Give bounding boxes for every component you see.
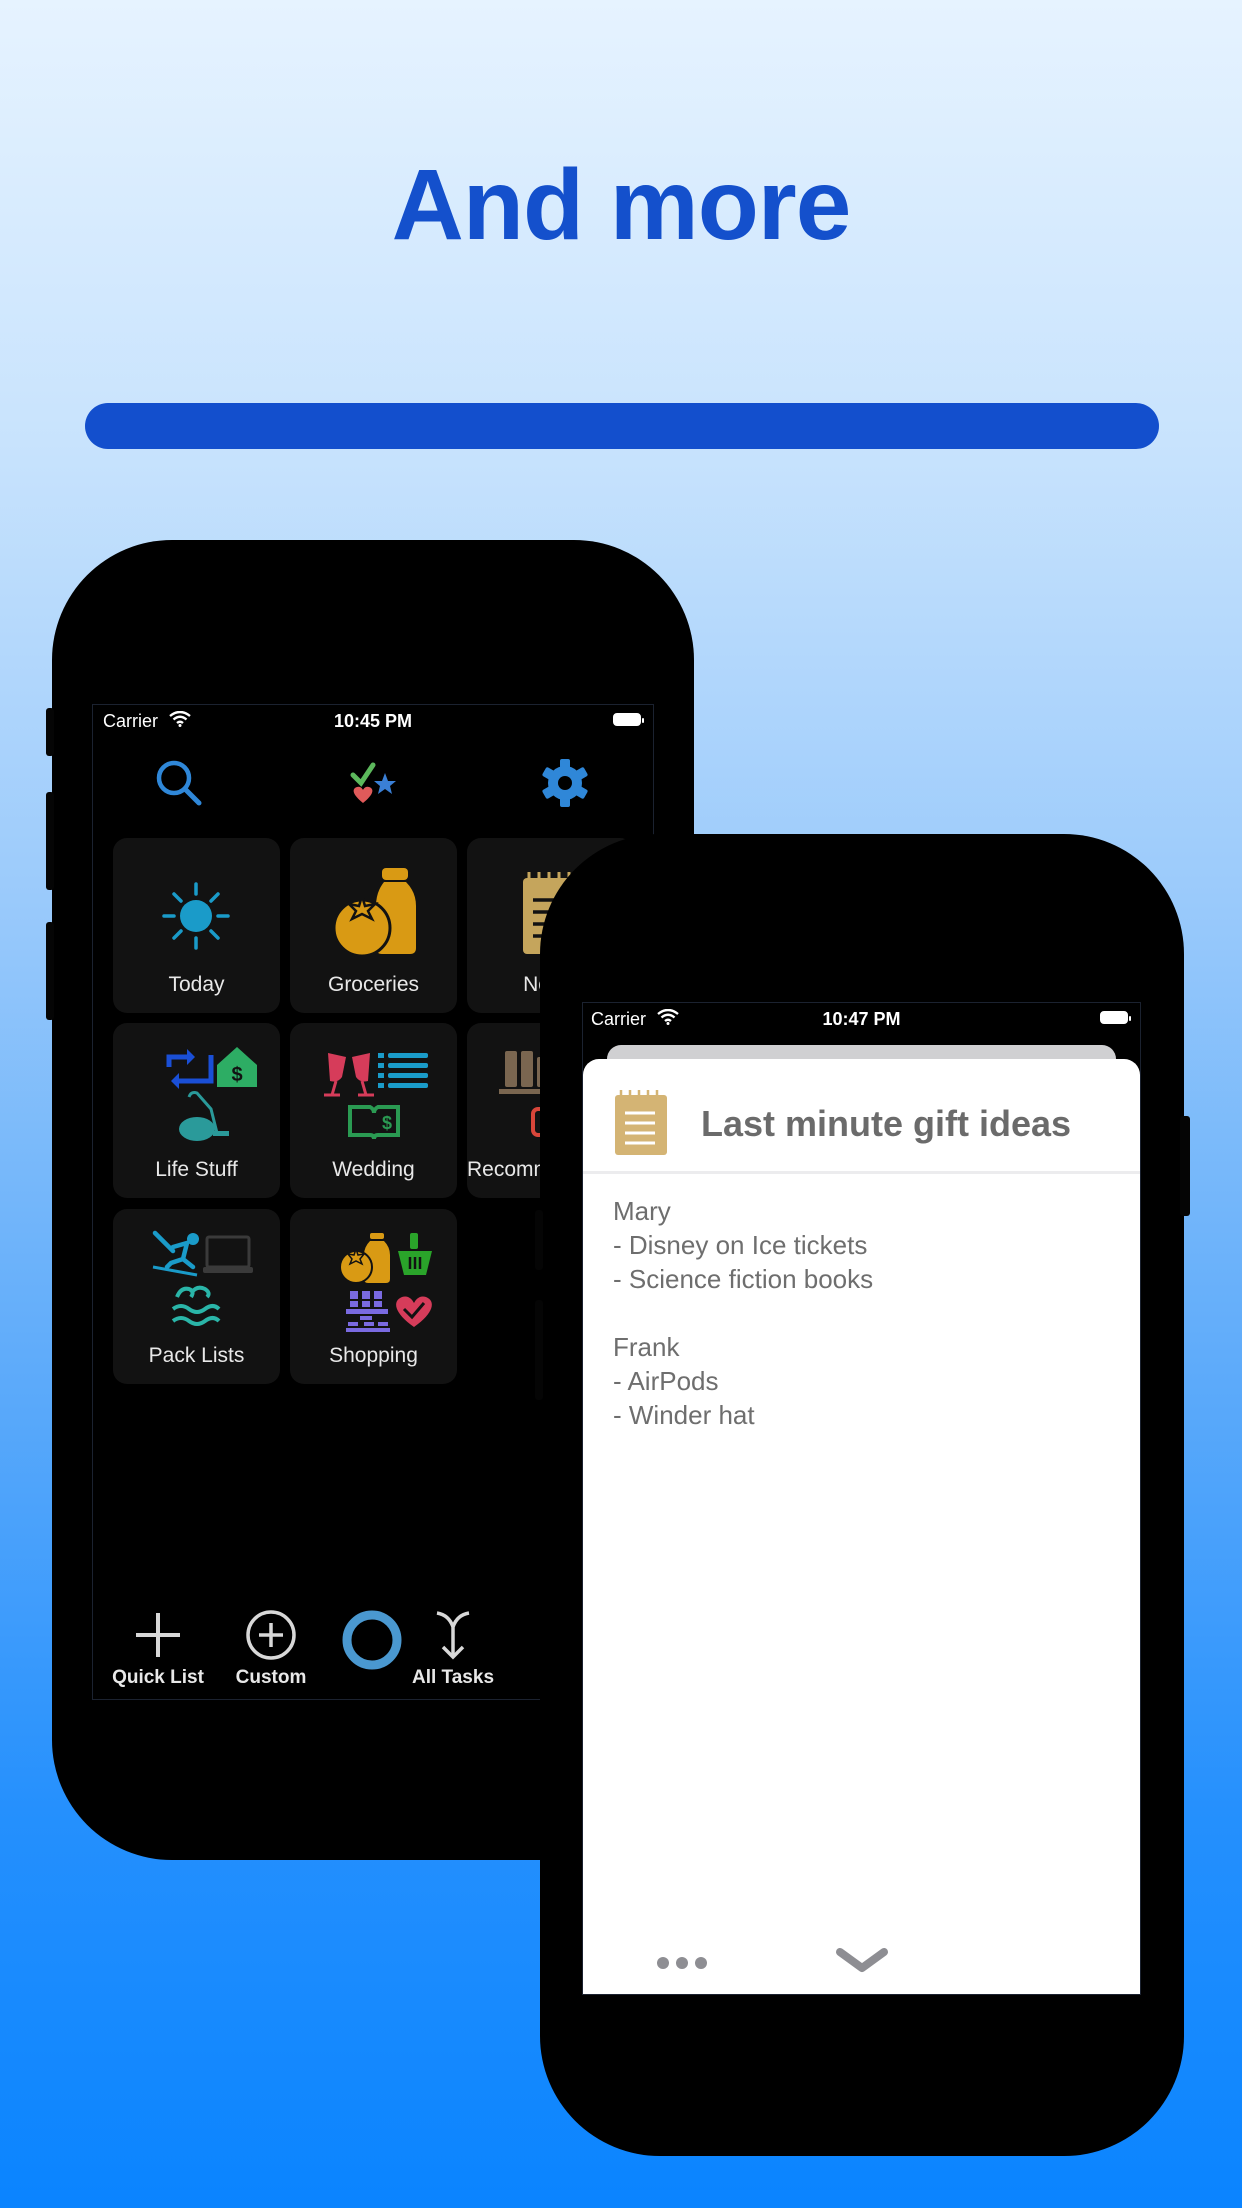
side-button: [1180, 1116, 1190, 1216]
repeat-house-vacuum-icon: $: [166, 1047, 257, 1141]
groceries-basket-heart-icon: [339, 1233, 432, 1332]
search-icon[interactable]: [151, 755, 207, 811]
ski-laptop-waves-icon: [152, 1230, 253, 1326]
all-tasks-label: All Tasks: [411, 1667, 495, 1688]
more-icon[interactable]: [655, 1954, 709, 1972]
custom-label: Custom: [235, 1667, 307, 1688]
merge-arrow-icon: [436, 1611, 470, 1660]
note-sheet: Last minute gift ideas Mary - Disney on …: [583, 1059, 1140, 1994]
tile-label: Shopping: [329, 1344, 418, 1367]
battery-icon: [1100, 1011, 1131, 1024]
note-header: Last minute gift ideas: [583, 1059, 1140, 1174]
status-bar: Carrier 10:47 PM: [583, 1003, 1140, 1035]
divider-bar: [85, 403, 1159, 449]
tile-label: Today: [168, 973, 225, 996]
notepad-icon: [615, 1090, 667, 1155]
tile-label: Wedding: [332, 1158, 415, 1181]
side-button: [46, 708, 54, 756]
tile-label: Pack Lists: [148, 1344, 245, 1367]
glasses-list-book-icon: $: [324, 1053, 428, 1140]
screen-note: Carrier 10:47 PM Last minute gift ideas …: [582, 1002, 1141, 1995]
gear-icon[interactable]: [537, 755, 593, 811]
status-bar: Carrier 10:45 PM: [93, 705, 653, 737]
tile-today[interactable]: Today: [113, 838, 280, 1013]
battery-icon: [613, 713, 644, 726]
note-title[interactable]: Last minute gift ideas: [701, 1103, 1071, 1145]
tile-label: Groceries: [327, 973, 420, 996]
chevron-down-icon[interactable]: [835, 1946, 889, 1976]
sun-icon: [162, 882, 230, 950]
quick-list-button[interactable]: Quick List: [98, 1609, 218, 1689]
tile-shopping[interactable]: Shopping: [290, 1209, 457, 1384]
check-star-heart-icon[interactable]: [345, 755, 401, 811]
tile-label: Life Stuff: [155, 1158, 238, 1181]
tile-pack-lists[interactable]: Pack Lists: [113, 1209, 280, 1384]
side-button: [535, 1210, 543, 1270]
quick-list-label: Quick List: [112, 1667, 204, 1688]
svg-text:$: $: [382, 1113, 392, 1133]
headline: And more: [391, 149, 852, 261]
tomato-bottle-icon: [332, 868, 416, 958]
note-body[interactable]: Mary - Disney on Ice tickets - Science f…: [613, 1194, 873, 1432]
svg-text:$: $: [231, 1064, 242, 1086]
tile-life-stuff[interactable]: $ Life Stuff: [113, 1023, 280, 1198]
side-button: [46, 792, 54, 890]
plus-circle-icon: [246, 1610, 296, 1660]
plus-icon: [136, 1613, 180, 1657]
status-time: 10:47 PM: [822, 1009, 901, 1029]
status-time: 10:45 PM: [333, 711, 413, 731]
all-tasks-button[interactable]: All Tasks: [393, 1607, 513, 1689]
tile-wedding[interactable]: $ Wedding: [290, 1023, 457, 1198]
side-button: [535, 1300, 543, 1400]
side-button: [46, 922, 54, 1020]
tile-groceries[interactable]: Groceries: [290, 838, 457, 1013]
